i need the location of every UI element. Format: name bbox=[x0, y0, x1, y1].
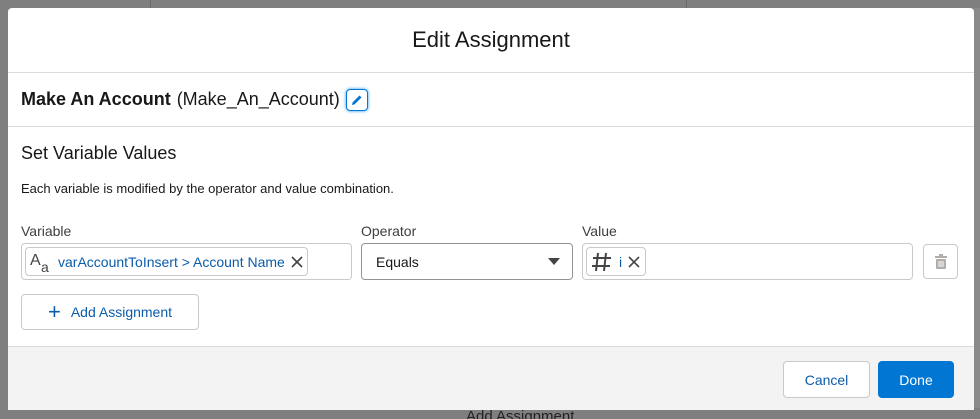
value-value: i bbox=[619, 253, 623, 270]
section-title: Set Variable Values bbox=[21, 143, 177, 163]
variable-value: varAccountToInsert > Account Name bbox=[58, 253, 285, 270]
close-icon bbox=[628, 255, 640, 268]
svg-text:a: a bbox=[41, 259, 49, 273]
done-button[interactable]: Done bbox=[878, 361, 954, 398]
operator-select[interactable]: Equals bbox=[361, 243, 573, 280]
section-description: Each variable is modified by the operato… bbox=[21, 181, 394, 196]
modal-header: Edit Assignment bbox=[8, 8, 974, 73]
cancel-button[interactable]: Cancel bbox=[783, 361, 870, 398]
element-api-name: (Make_An_Account) bbox=[176, 89, 340, 109]
text-type-icon: A a bbox=[30, 252, 49, 273]
operator-value: Equals bbox=[376, 253, 419, 270]
number-type-icon bbox=[592, 252, 611, 271]
variable-label: Variable bbox=[21, 223, 72, 239]
variable-pill[interactable]: A a varAccountToInsert > Account Name bbox=[25, 247, 308, 276]
chevron-down-icon bbox=[548, 258, 560, 265]
value-label: Value bbox=[582, 223, 617, 239]
delete-row-button[interactable] bbox=[923, 244, 958, 279]
trash-icon bbox=[934, 254, 947, 269]
assignment-body: Set Variable Values Each variable is mod… bbox=[8, 143, 974, 196]
edit-name-button[interactable] bbox=[345, 88, 368, 111]
modal-title: Edit Assignment bbox=[412, 27, 570, 52]
element-label: Make An Account bbox=[21, 89, 171, 109]
background-divider bbox=[686, 0, 687, 8]
variable-field[interactable]: A a varAccountToInsert > Account Name bbox=[21, 243, 352, 280]
element-name-row: Make An Account (Make_An_Account) bbox=[8, 73, 974, 127]
remove-variable-button[interactable] bbox=[291, 255, 303, 268]
edit-assignment-modal: Edit Assignment Make An Account (Make_An… bbox=[8, 8, 974, 410]
pencil-icon bbox=[351, 95, 362, 105]
background-divider bbox=[150, 0, 151, 8]
modal-footer: Cancel Done bbox=[8, 346, 974, 410]
add-assignment-button[interactable]: + Add Assignment bbox=[21, 294, 199, 330]
operator-label: Operator bbox=[361, 223, 417, 239]
value-field[interactable]: i bbox=[582, 243, 913, 280]
remove-value-button[interactable] bbox=[628, 255, 640, 268]
add-assignment-label: Add Assignment bbox=[70, 304, 173, 320]
plus-icon: + bbox=[47, 299, 61, 324]
close-icon bbox=[291, 255, 303, 268]
value-pill[interactable]: i bbox=[586, 247, 647, 276]
svg-text:A: A bbox=[30, 252, 41, 269]
